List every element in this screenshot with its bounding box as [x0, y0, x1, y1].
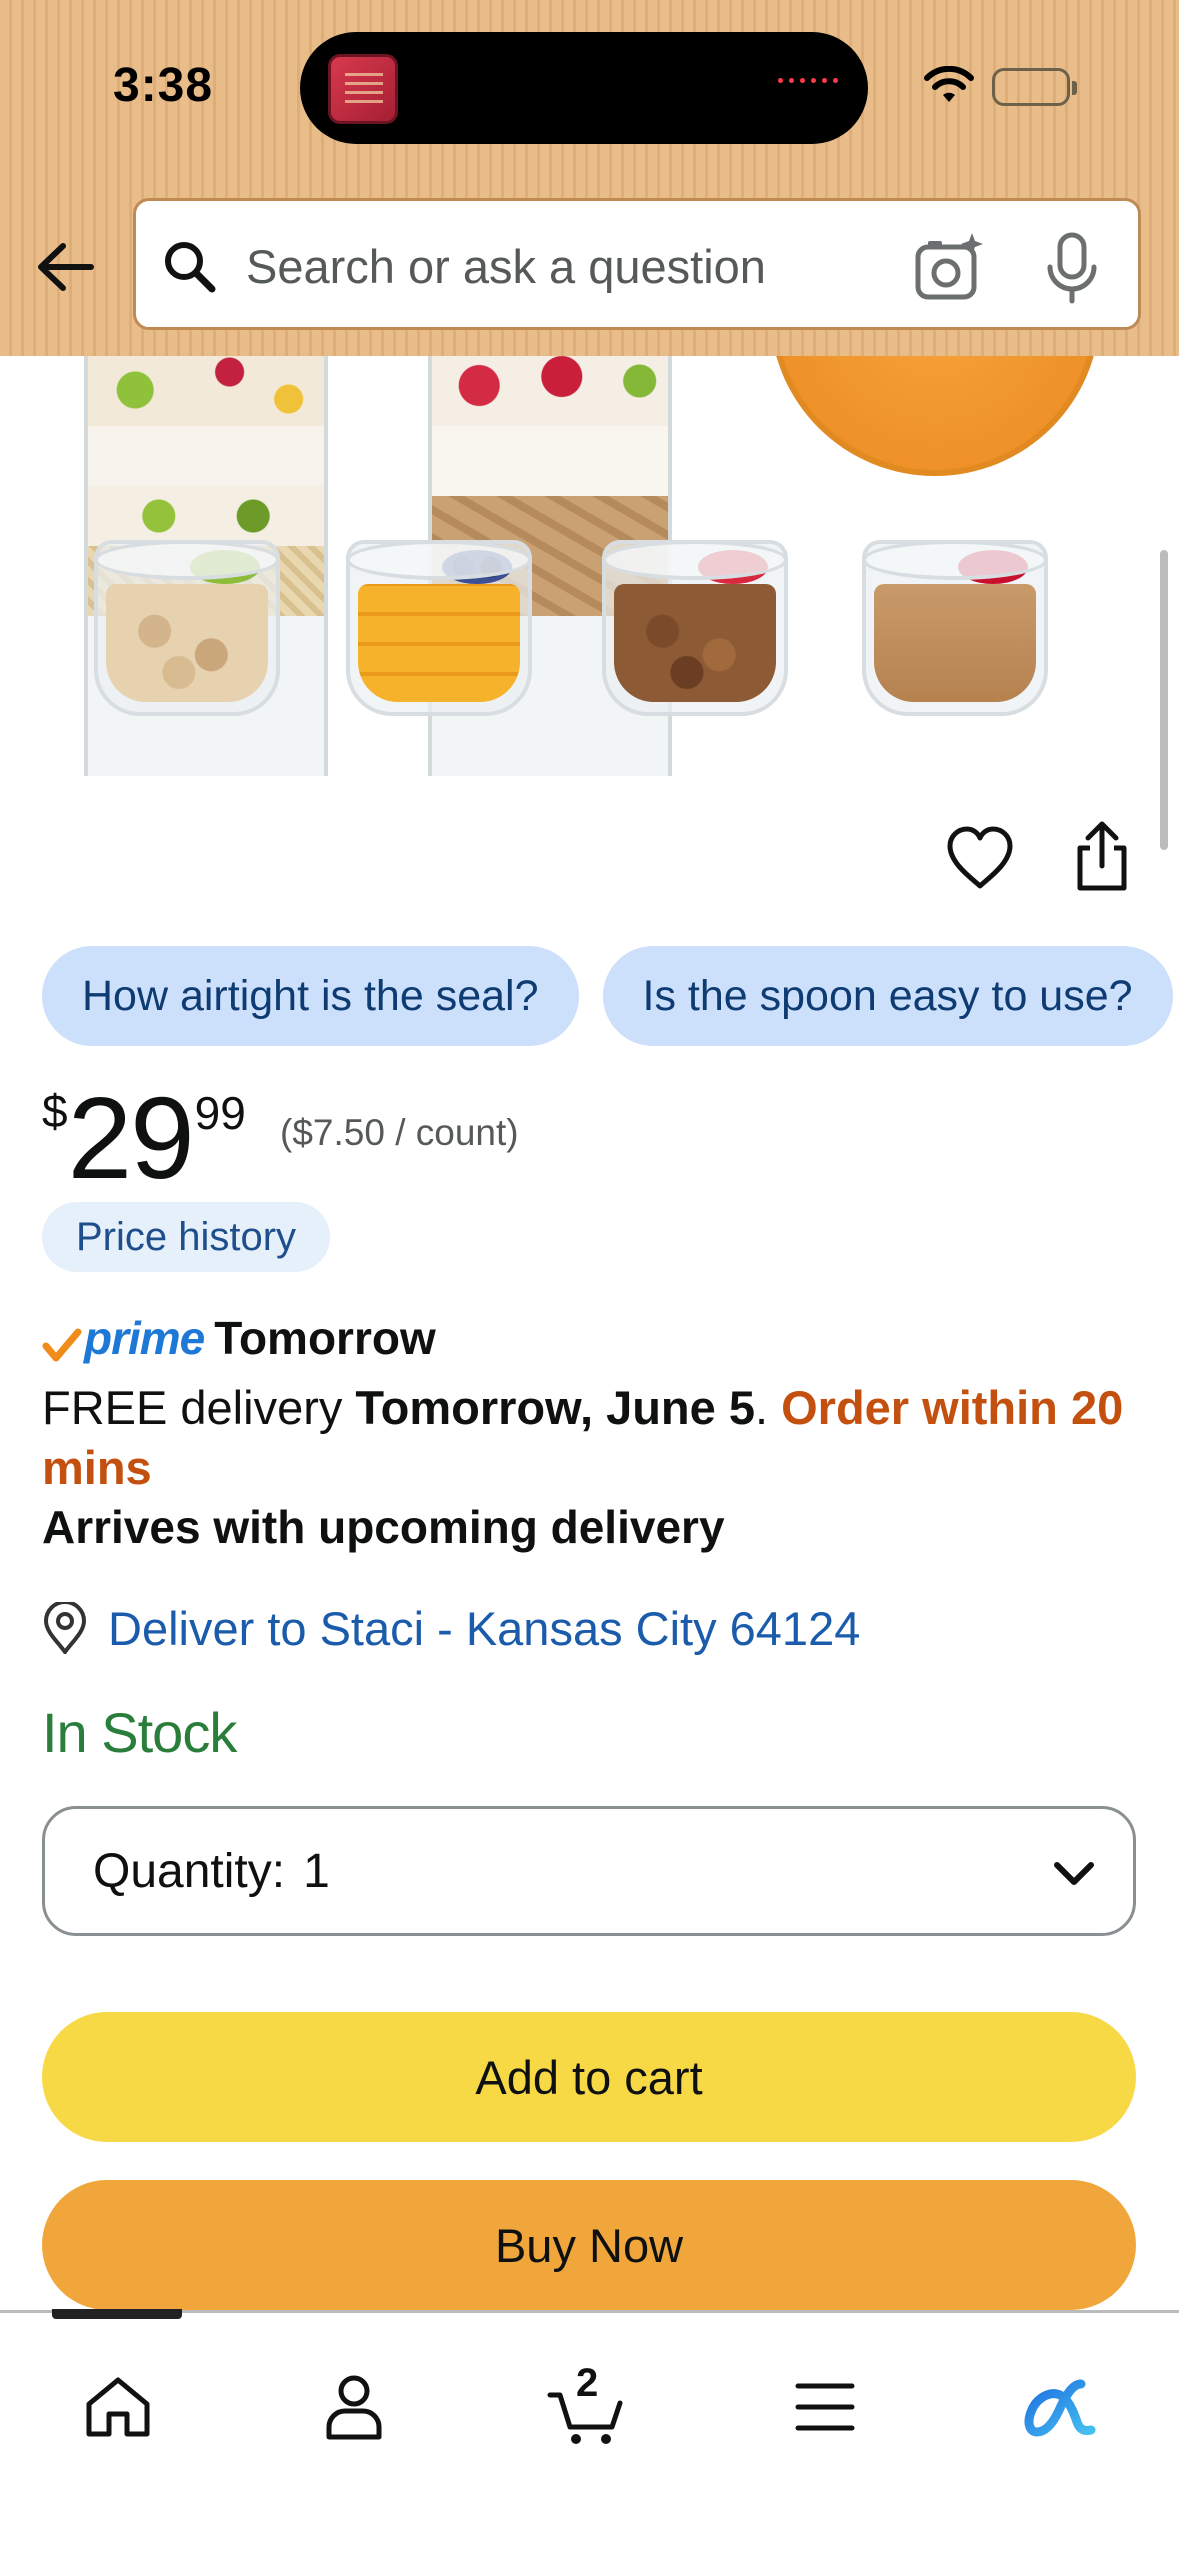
price-currency: $ — [42, 1085, 68, 1137]
nav-rufus[interactable] — [1010, 2357, 1110, 2457]
nav-account[interactable] — [304, 2357, 404, 2457]
now-playing-artwork[interactable] — [328, 54, 398, 124]
quantity-dropdown[interactable]: Quantity: 1 — [42, 1806, 1136, 1936]
active-tab-indicator — [52, 2309, 182, 2319]
deliver-to-location[interactable]: Deliver to Staci - Kansas City 64124 — [42, 1596, 860, 1660]
heart-icon[interactable] — [944, 824, 1016, 892]
search-icon — [165, 242, 216, 293]
share-icon[interactable] — [1070, 818, 1134, 894]
delivery-date: Tomorrow, June 5 — [355, 1381, 755, 1434]
suggestion-chip[interactable]: Is the spoon easy to use? — [602, 946, 1173, 1046]
product-image-plate — [770, 356, 1100, 476]
stock-status: In Stock — [42, 1701, 237, 1764]
wifi-icon — [924, 66, 974, 102]
search-input[interactable] — [246, 231, 886, 301]
battery-icon — [992, 68, 1077, 106]
prime-check-icon — [42, 1328, 82, 1362]
suggestion-chips: How airtight is the seal? Is the spoon e… — [42, 946, 1173, 1046]
search-bar[interactable] — [133, 198, 1141, 330]
delivery-message: FREE delivery Tomorrow, June 5. Order wi… — [42, 1378, 1152, 1498]
price-history-button[interactable]: Price history — [42, 1202, 331, 1272]
nav-menu[interactable] — [775, 2357, 875, 2457]
nav-home[interactable] — [68, 2357, 168, 2457]
back-button[interactable] — [30, 232, 100, 302]
chevron-down-icon — [1054, 1862, 1094, 1885]
suggestion-chip[interactable]: How airtight is the seal? — [42, 946, 579, 1046]
product-image-cup — [862, 540, 1048, 716]
nav-cart[interactable]: 2 — [538, 2357, 638, 2457]
microphone-icon[interactable] — [1040, 231, 1104, 305]
arrow-left-icon — [38, 243, 94, 291]
quantity-label: Quantity: — [93, 1844, 286, 1898]
price-fraction: 99 — [194, 1087, 246, 1139]
quantity-value: 1 — [303, 1844, 330, 1898]
app-header: 3:38 — [0, 0, 1179, 356]
delivery-separator: . — [754, 1381, 782, 1434]
hamburger-icon — [795, 2383, 855, 2431]
person-icon — [326, 2375, 382, 2440]
product-image-cup — [94, 540, 280, 716]
prime-delivery-badge: prime Tomorrow — [42, 1306, 436, 1370]
deliver-to-link[interactable]: Deliver to Staci - Kansas City 64124 — [108, 1601, 860, 1656]
product-image-cup — [602, 540, 788, 716]
scrollbar[interactable] — [1160, 550, 1168, 850]
home-icon — [86, 2377, 150, 2437]
buy-now-button[interactable]: Buy Now — [42, 2180, 1136, 2310]
arrives-with-delivery: Arrives with upcoming delivery — [42, 1501, 725, 1553]
dynamic-island — [300, 32, 868, 144]
product-price: $ 29 99 — [42, 1064, 246, 1196]
product-image-cup — [346, 540, 532, 716]
prime-delivery-day: Tomorrow — [214, 1312, 436, 1364]
delivery-free-label: FREE delivery — [42, 1381, 356, 1434]
rufus-icon — [1024, 2379, 1096, 2437]
price-whole: 29 — [67, 1073, 195, 1203]
product-image-gallery[interactable] — [0, 356, 1179, 776]
bottom-navigation: 2 — [0, 2309, 1179, 2556]
prime-logo: prime — [84, 1312, 205, 1364]
unit-price: ($7.50 / count) — [280, 1112, 519, 1153]
add-to-cart-button[interactable]: Add to cart — [42, 2012, 1136, 2142]
audio-indicator-icon — [778, 78, 838, 83]
cart-count-badge: 2 — [576, 2361, 599, 2405]
status-bar-time: 3:38 — [113, 59, 214, 112]
location-pin-icon — [43, 1602, 87, 1654]
camera-sparkle-icon[interactable] — [912, 231, 986, 305]
